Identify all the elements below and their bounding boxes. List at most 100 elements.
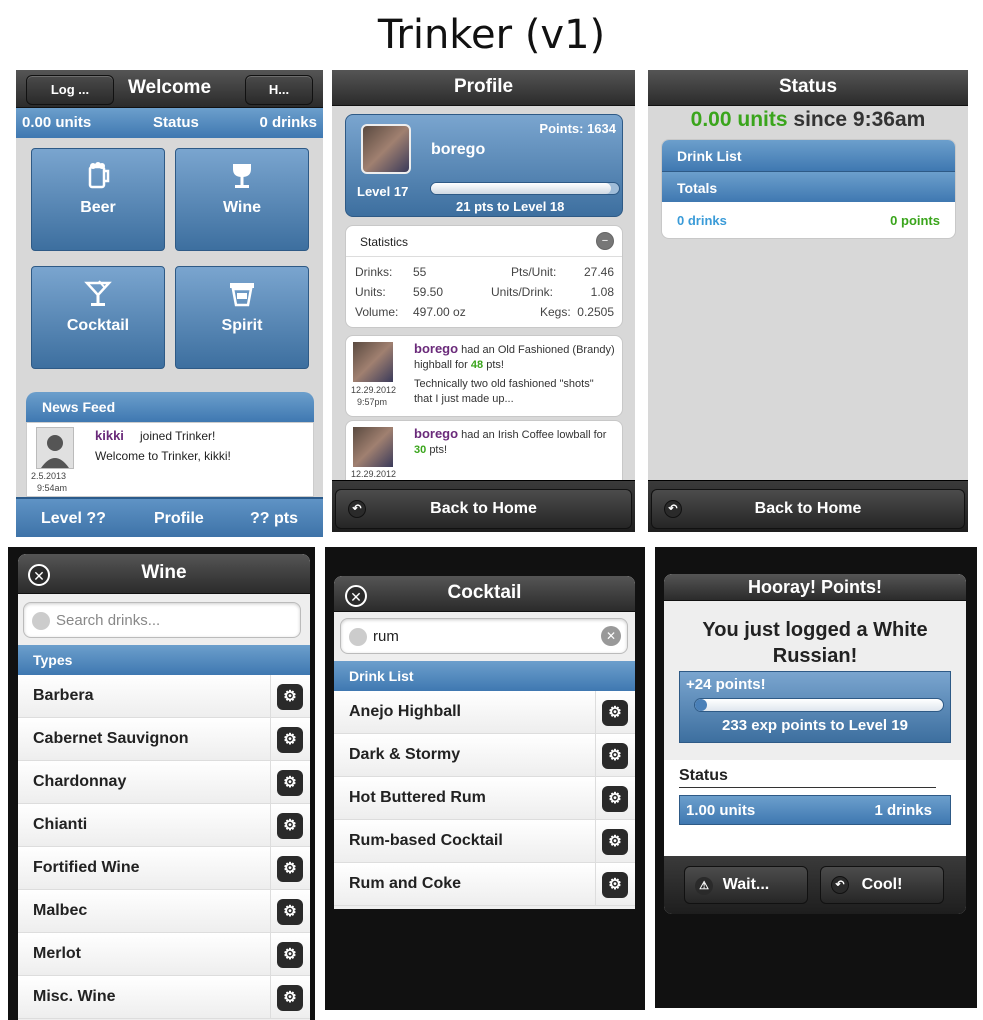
news-user[interactable]: kikki bbox=[95, 428, 124, 443]
feed-user[interactable]: borego bbox=[414, 426, 458, 441]
search-input[interactable]: rum ✕ bbox=[340, 618, 628, 654]
news-feed-bar[interactable]: News Feed bbox=[26, 392, 314, 422]
totals-bar[interactable]: Totals bbox=[662, 171, 955, 202]
spirit-glass-icon bbox=[230, 283, 254, 307]
list-item-gear-button[interactable]: ⚙ bbox=[270, 976, 310, 1018]
list-item-label: Rum-based Cocktail bbox=[349, 832, 503, 849]
tile-label: Cocktail bbox=[66, 317, 130, 334]
wine-dialog: Wine ✕ Search drinks... Types Barbera ⚙ Ca… bbox=[18, 554, 310, 1020]
list-item-gear-button[interactable]: ⚙ bbox=[270, 890, 310, 932]
wait-label: Wait... bbox=[722, 876, 770, 893]
stat-value: 27.46 bbox=[583, 265, 614, 279]
list-item[interactable]: Fortified Wine ⚙ bbox=[18, 847, 310, 890]
log-button[interactable]: Log ... bbox=[26, 75, 114, 105]
close-icon[interactable]: ✕ bbox=[28, 564, 50, 586]
help-button[interactable]: H... bbox=[245, 75, 313, 105]
collapse-icon[interactable]: − bbox=[596, 232, 614, 250]
wait-button[interactable]: ⚠ Wait... bbox=[684, 866, 808, 904]
list-item[interactable]: Rum-based Cocktail ⚙ bbox=[334, 820, 635, 863]
list-item[interactable]: Merlot ⚙ bbox=[18, 933, 310, 976]
list-item[interactable]: Malbec ⚙ bbox=[18, 890, 310, 933]
list-item-label: Fortified Wine bbox=[33, 859, 140, 876]
cocktail-tile[interactable]: Cocktail bbox=[31, 266, 165, 369]
list-item[interactable]: Misc. Wine ⚙ bbox=[18, 976, 310, 1019]
hooray-footer: ⚠ Wait... ↶ Cool! bbox=[664, 856, 966, 914]
stat-value: 497.00 oz bbox=[413, 305, 466, 319]
status-since: since 9:36am bbox=[793, 108, 926, 131]
wine-tile[interactable]: Wine bbox=[175, 148, 309, 251]
list-item-gear-button[interactable]: ⚙ bbox=[270, 761, 310, 803]
status-footer: ↶ Back to Home bbox=[648, 480, 968, 532]
list-item-gear-button[interactable]: ⚙ bbox=[595, 734, 635, 776]
points-gain: +24 points! bbox=[686, 676, 766, 693]
hooray-screen: Hooray! Points! You just logged a White … bbox=[655, 547, 977, 1008]
back-to-home-button[interactable]: ↶ Back to Home bbox=[335, 489, 632, 529]
feed-time: 9:57pm bbox=[357, 397, 388, 407]
list-item-gear-button[interactable]: ⚙ bbox=[270, 933, 310, 975]
list-item-label: Malbec bbox=[33, 902, 88, 919]
beer-tile[interactable]: Beer bbox=[31, 148, 165, 251]
feed-pts: 48 bbox=[470, 359, 484, 371]
list-item[interactable]: Hot Buttered Rum ⚙ bbox=[334, 777, 635, 820]
search-input[interactable]: Search drinks... bbox=[23, 602, 301, 638]
drink-list-bar[interactable]: Drink List bbox=[662, 140, 955, 171]
feed-action-end: pts! bbox=[486, 359, 504, 371]
clear-search-icon[interactable]: ✕ bbox=[601, 626, 621, 646]
back-to-home-button[interactable]: ↶ Back to Home bbox=[651, 489, 965, 529]
gear-icon: ⚙ bbox=[277, 727, 303, 753]
footer-level[interactable]: Level ?? bbox=[41, 510, 106, 528]
level-progress-fill bbox=[431, 183, 612, 194]
total-drinks: 0 drinks bbox=[677, 213, 727, 228]
profile-level: Level 17 bbox=[357, 184, 409, 199]
spirit-tile[interactable]: Spirit bbox=[175, 266, 309, 369]
status-bar[interactable]: 0.00 units Status 0 drinks bbox=[16, 108, 323, 138]
feed-user[interactable]: borego bbox=[414, 341, 458, 356]
header-title: Cocktail bbox=[447, 582, 522, 603]
feed-text: borego had an Old Fashioned (Brandy) hig… bbox=[414, 341, 620, 373]
list-item[interactable]: Dark & Stormy ⚙ bbox=[334, 734, 635, 777]
feed-item[interactable]: 12.29.2012 9:57pm borego had an Old Fash… bbox=[345, 335, 623, 417]
welcome-footer: Level ?? Profile ?? pts bbox=[16, 497, 323, 537]
cool-button[interactable]: ↶ Cool! bbox=[820, 866, 944, 904]
cocktail-dialog: Cocktail ✕ rum ✕ Drink List Anejo Highba… bbox=[334, 576, 635, 909]
welcome-screen: Welcome Log ... H... 0.00 units Status 0… bbox=[16, 70, 323, 537]
status-bar[interactable]: 1.00 units 1 drinks bbox=[679, 795, 951, 825]
profile-footer: ↶ Back to Home bbox=[332, 480, 635, 532]
list-item[interactable]: Cabernet Sauvignon ⚙ bbox=[18, 718, 310, 761]
cocktail-list: Anejo Highball ⚙ Dark & Stormy ⚙ Hot Buttere… bbox=[334, 691, 635, 906]
list-item-gear-button[interactable]: ⚙ bbox=[270, 847, 310, 889]
list-item[interactable]: Barbera ⚙ bbox=[18, 675, 310, 718]
list-item[interactable]: Chianti ⚙ bbox=[18, 804, 310, 847]
list-item-gear-button[interactable]: ⚙ bbox=[270, 804, 310, 846]
status-label: Status bbox=[153, 114, 199, 131]
list-item-gear-button[interactable]: ⚙ bbox=[270, 718, 310, 760]
gear-icon: ⚙ bbox=[277, 813, 303, 839]
section-label: Types bbox=[33, 652, 73, 668]
list-item-gear-button[interactable]: ⚙ bbox=[595, 820, 635, 862]
close-icon[interactable]: ✕ bbox=[345, 585, 367, 607]
section-label: Drink List bbox=[349, 668, 414, 684]
list-item-gear-button[interactable]: ⚙ bbox=[595, 863, 635, 905]
list-item[interactable]: Anejo Highball ⚙ bbox=[334, 691, 635, 734]
footer-pts[interactable]: ?? pts bbox=[250, 510, 298, 528]
types-section-bar: Types bbox=[18, 645, 310, 675]
list-item-gear-button[interactable]: ⚙ bbox=[270, 675, 310, 717]
level-progress-bar bbox=[430, 182, 620, 195]
wine-glass-icon bbox=[233, 164, 251, 188]
footer-profile[interactable]: Profile bbox=[154, 510, 204, 528]
list-item[interactable]: Chardonnay ⚙ bbox=[18, 761, 310, 804]
list-item-gear-button[interactable]: ⚙ bbox=[595, 691, 635, 733]
header-title: Status bbox=[778, 76, 838, 97]
status-card: Drink List Totals 0 drinks 0 points bbox=[661, 139, 956, 239]
gear-icon: ⚙ bbox=[277, 985, 303, 1011]
list-item[interactable]: Rum and Coke ⚙ bbox=[334, 863, 635, 906]
news-feed-item[interactable]: 2.5.2013 9:54am kikki joined Trinker! We… bbox=[26, 422, 314, 497]
list-item-gear-button[interactable]: ⚙ bbox=[595, 777, 635, 819]
gear-icon: ⚙ bbox=[277, 770, 303, 796]
status-label: Status bbox=[679, 767, 728, 784]
status-screen: Status 0.00 units since 9:36am Drink Lis… bbox=[648, 70, 968, 532]
profile-screen: Profile Points: 1634 borego Level 17 21 … bbox=[332, 70, 635, 532]
stat-value: 59.50 bbox=[413, 285, 444, 299]
status-units: 0.00 units bbox=[22, 114, 92, 131]
profile-progress-text: 21 pts to Level 18 bbox=[456, 199, 565, 214]
